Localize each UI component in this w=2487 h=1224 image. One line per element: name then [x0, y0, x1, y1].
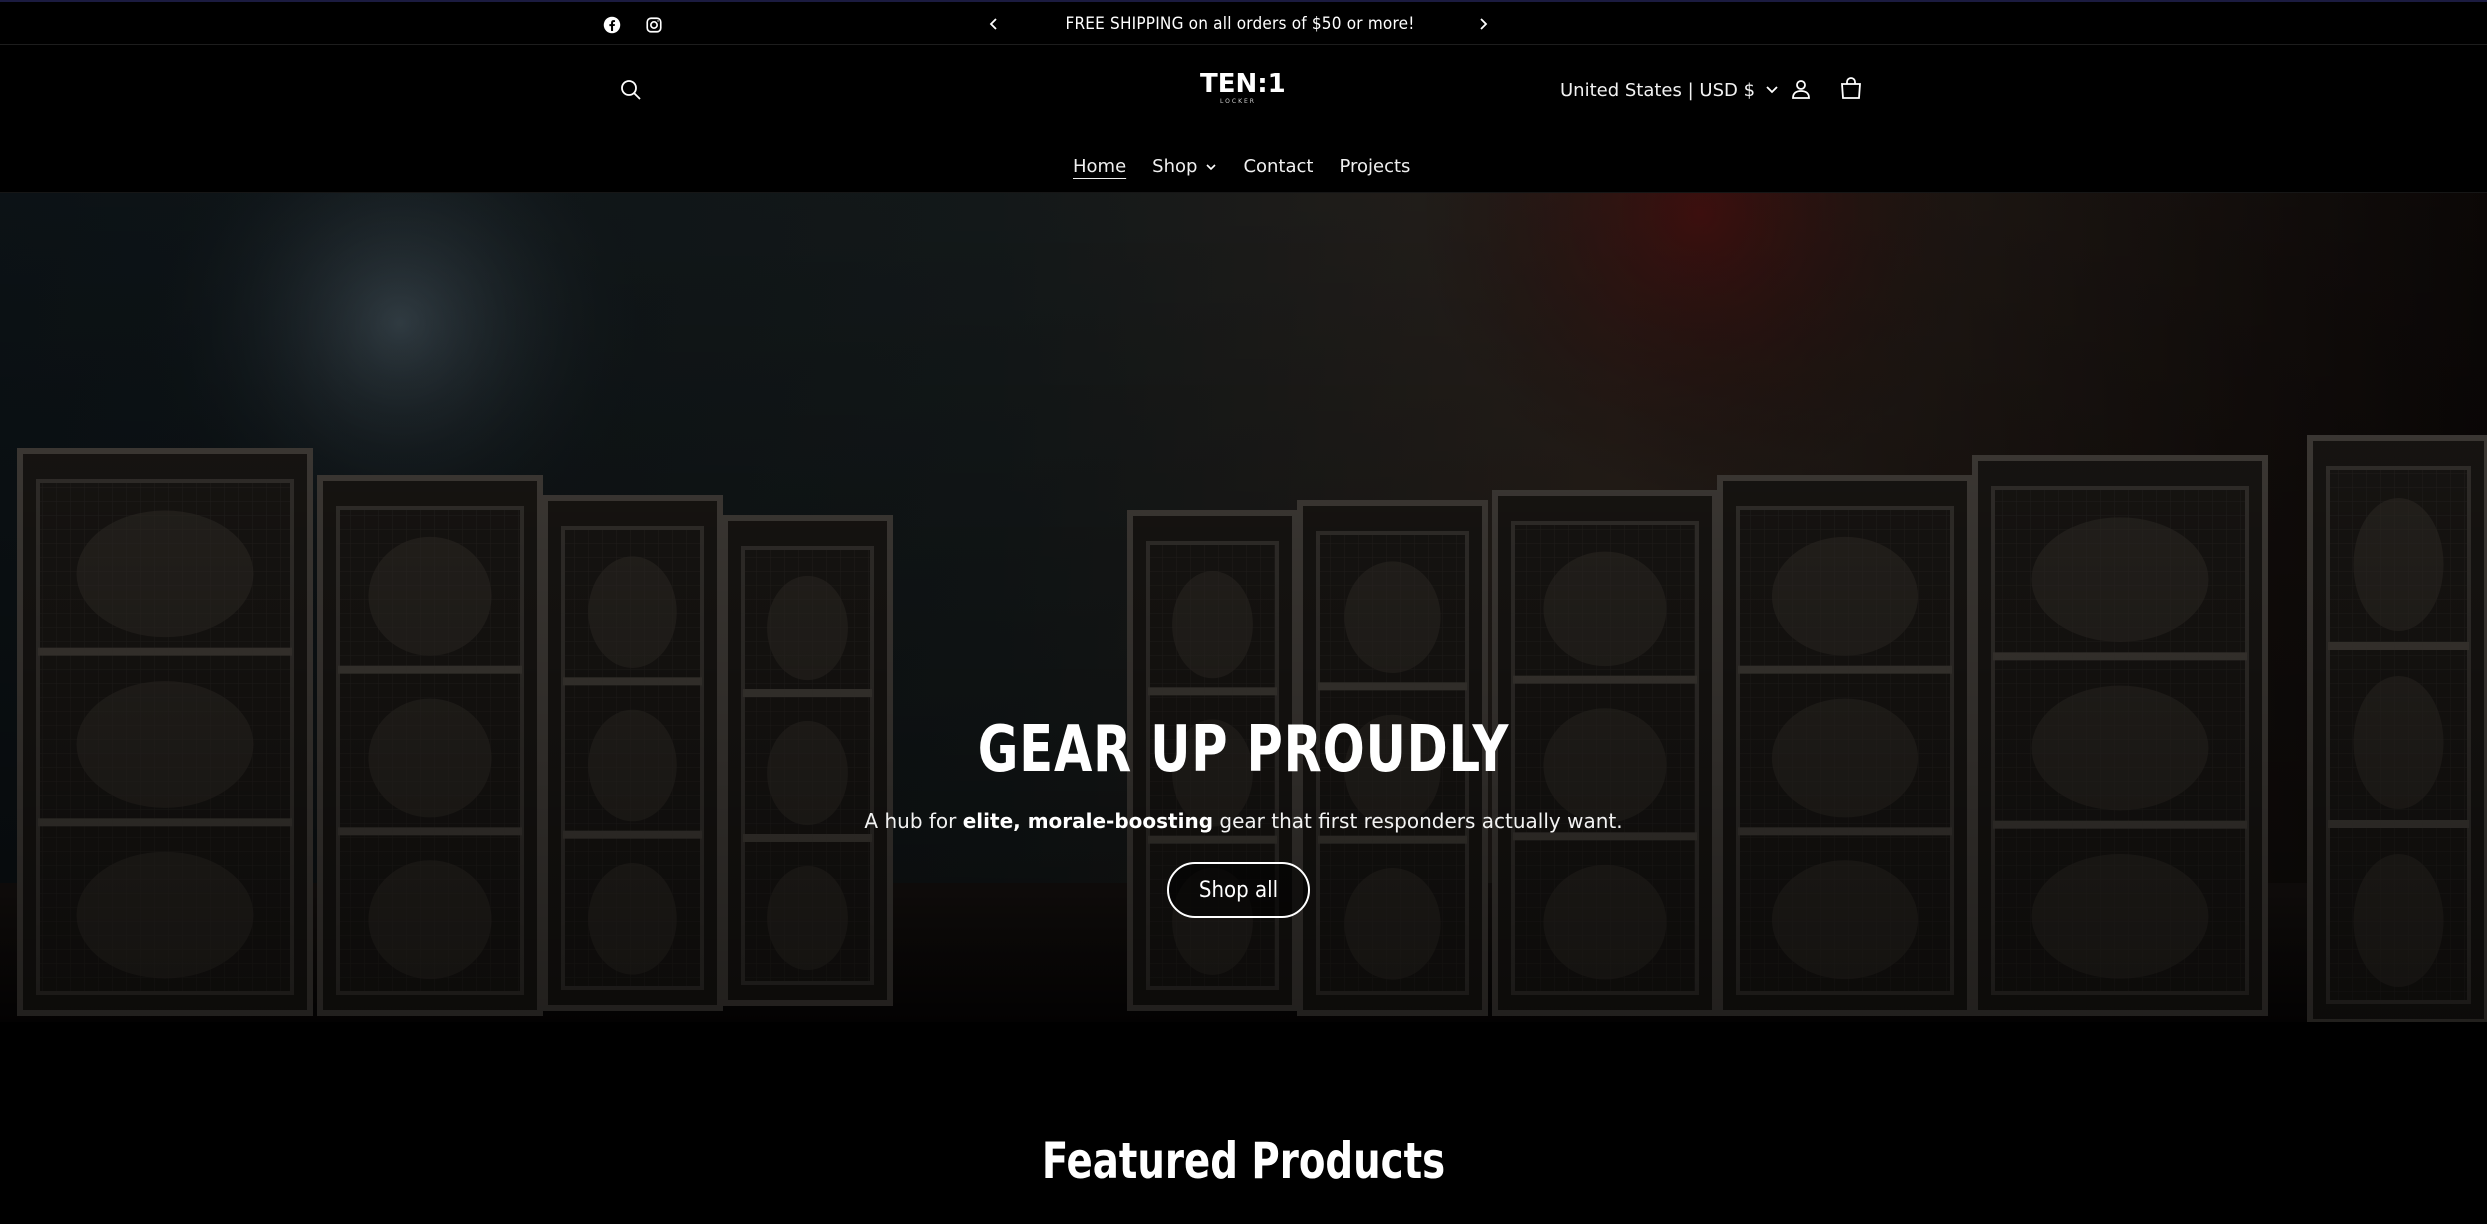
social-links	[600, 13, 666, 37]
chevron-down-icon	[1765, 83, 1779, 97]
locale-label: United States | USD $	[1560, 79, 1756, 101]
main-navigation: Home Shop Contact Projects	[1060, 156, 1423, 177]
logo-text: TEN:1	[1200, 69, 1286, 99]
instagram-icon[interactable]	[642, 13, 666, 37]
nav-item-contact[interactable]: Contact	[1230, 156, 1326, 177]
hero-subtitle-pre: A hub for	[864, 809, 963, 833]
featured-products-heading: Featured Products	[1041, 1132, 1446, 1190]
site-logo[interactable]: TEN:1 LOCKER	[1200, 69, 1286, 110]
hero-banner: GEAR UP PROUDLY A hub for elite, morale-…	[0, 193, 2487, 1022]
chevron-left-icon[interactable]	[982, 12, 1006, 36]
nav-item-label: Home	[1073, 156, 1127, 177]
country-currency-selector[interactable]: United States | USD $	[1560, 75, 1779, 105]
nav-item-label: Contact	[1243, 156, 1314, 177]
hero-subtitle-post: gear that first responders actually want…	[1213, 809, 1623, 833]
chevron-right-icon[interactable]	[1471, 12, 1495, 36]
logo-subtext: LOCKER	[1220, 98, 1256, 105]
announcement-bar: FREE SHIPPING on all orders of $50 or mo…	[0, 0, 2487, 45]
hero-subtitle-bold: elite, morale-boosting	[962, 809, 1214, 833]
announcement-text: FREE SHIPPING on all orders of $50 or mo…	[1065, 13, 1415, 34]
chevron-down-icon	[1205, 156, 1217, 177]
hero-title: GEAR UP PROUDLY	[977, 713, 1510, 787]
facebook-icon[interactable]	[600, 13, 624, 37]
nav-item-home[interactable]: Home	[1060, 156, 1139, 177]
cart-icon[interactable]	[1836, 74, 1866, 104]
search-icon[interactable]	[616, 75, 646, 105]
shop-all-button[interactable]: Shop all	[1167, 862, 1310, 918]
nav-item-label: Projects	[1339, 156, 1411, 177]
account-icon[interactable]	[1786, 74, 1816, 104]
nav-item-shop[interactable]: Shop	[1139, 156, 1230, 177]
nav-item-label: Shop	[1152, 156, 1198, 177]
hero-subtitle: A hub for elite, morale-boosting gear th…	[0, 809, 2487, 833]
nav-item-projects[interactable]: Projects	[1326, 156, 1423, 177]
site-header: TEN:1 LOCKER United States | USD $ Home …	[0, 45, 2487, 193]
